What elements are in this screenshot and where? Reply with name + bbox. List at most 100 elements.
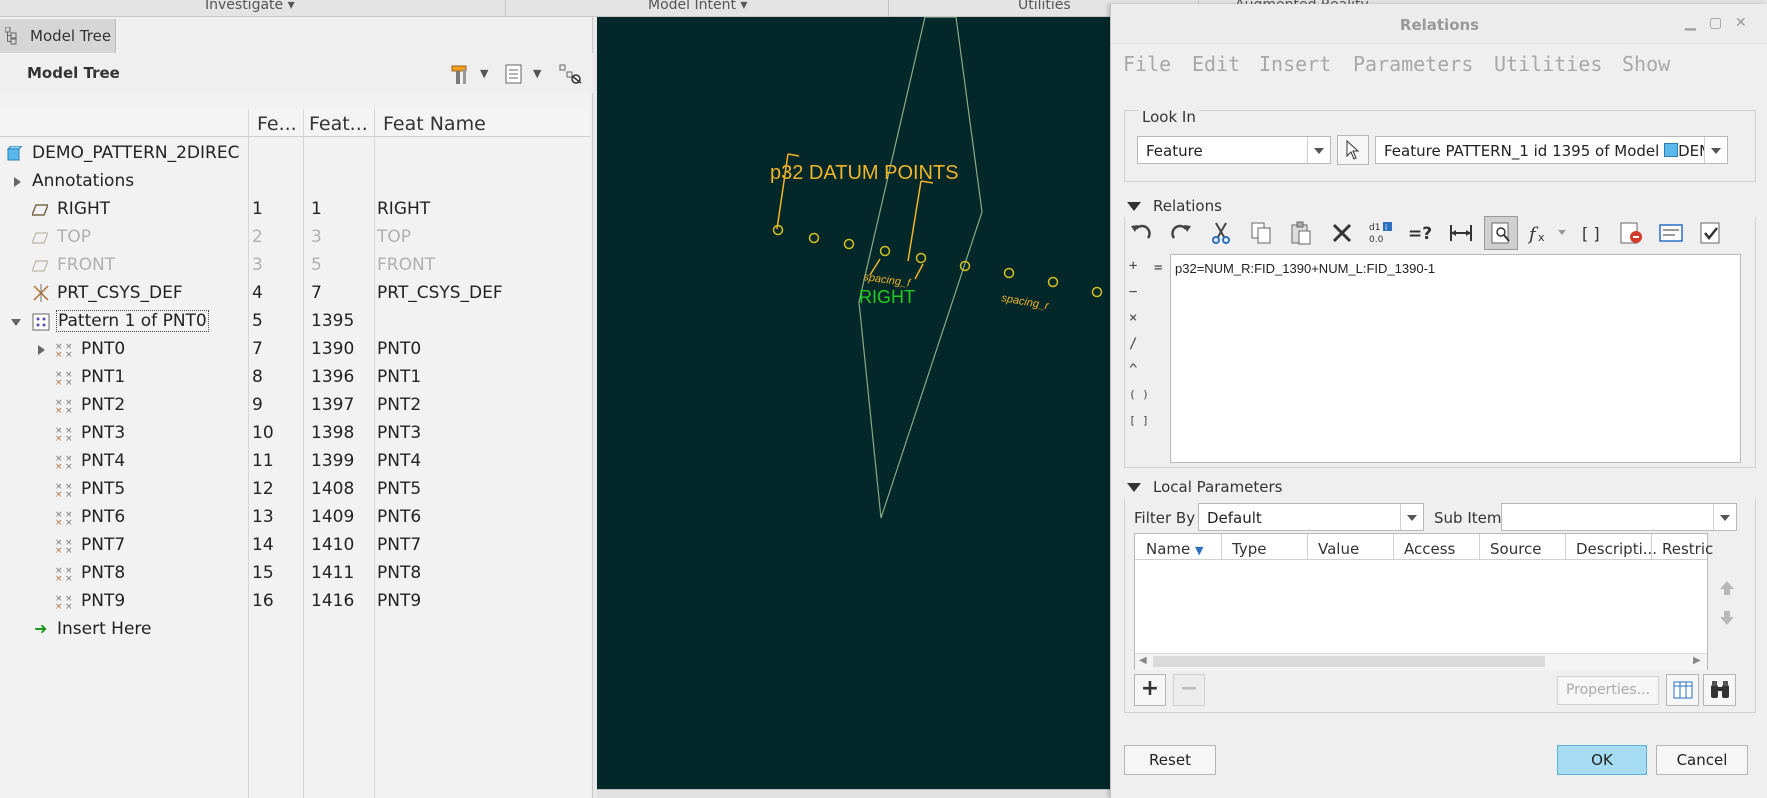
column-header-feat-number[interactable]: Fe... — [257, 113, 297, 135]
column-header-source[interactable]: Source — [1490, 540, 1542, 558]
chevron-down-icon[interactable] — [1400, 504, 1423, 530]
menu-utilities[interactable]: Utilities — [1494, 52, 1602, 76]
operator-brackets-button[interactable]: [ ] — [1129, 414, 1149, 427]
column-header-name[interactable]: Name ▼ — [1146, 540, 1204, 558]
menu-insert[interactable]: Insert — [1259, 52, 1331, 76]
operator-multiply-button[interactable]: × — [1129, 310, 1137, 326]
chevron-down-icon[interactable] — [1713, 504, 1736, 530]
column-header-feat-name[interactable]: Feat Name — [383, 113, 486, 135]
sub-items-select[interactable] — [1501, 503, 1737, 531]
close-icon[interactable]: ✕ — [1735, 15, 1747, 31]
ribbon-investigate[interactable]: Investigate ▾ — [205, 0, 295, 13]
minimize-icon[interactable]: ▁ — [1685, 15, 1696, 31]
collapse-arrow-icon[interactable] — [11, 319, 21, 326]
scroll-left-icon[interactable]: ◀ — [1139, 655, 1147, 666]
verify-relations-icon[interactable] — [1618, 220, 1644, 246]
tree-row-pnt5[interactable]: × × × × PNT5 12 1408 PNT5 — [0, 476, 590, 504]
add-parameter-button[interactable]: + — [1134, 674, 1166, 706]
operator-plus-button[interactable]: + — [1129, 258, 1137, 274]
tree-row-right[interactable]: RIGHT 1 1 RIGHT — [0, 196, 590, 224]
column-header-type[interactable]: Type — [1232, 540, 1266, 558]
tree-row-pattern-1[interactable]: Pattern 1 of PNT0 5 1395 — [0, 308, 590, 336]
menu-file[interactable]: File — [1123, 52, 1171, 76]
operator-equals-button[interactable]: = — [1154, 260, 1162, 276]
function-icon[interactable]: fx — [1528, 220, 1554, 246]
switch-dimensions-icon[interactable]: d1 i0.0 — [1368, 220, 1394, 246]
tree-row-pnt4[interactable]: × × × × PNT4 11 1399 PNT4 — [0, 448, 590, 476]
cut-icon[interactable] — [1208, 220, 1234, 246]
relations-editor[interactable]: p32=NUM_R:FID_1390+NUM_L:FID_1390-1 — [1170, 254, 1741, 463]
tree-row-pnt7[interactable]: × × × × PNT7 14 1410 PNT7 — [0, 532, 590, 560]
tree-row-top[interactable]: TOP 2 3 TOP — [0, 224, 590, 252]
evaluate-icon[interactable]: =? — [1408, 220, 1434, 246]
menu-parameters[interactable]: Parameters — [1353, 52, 1473, 76]
model-tree-tab[interactable]: Model Tree — [0, 19, 116, 53]
brackets-icon[interactable]: [ ] — [1578, 220, 1604, 246]
redo-icon[interactable] — [1168, 220, 1194, 246]
column-header-value[interactable]: Value — [1318, 540, 1359, 558]
properties-button[interactable]: Properties... — [1557, 676, 1659, 705]
show-list-icon[interactable] — [504, 63, 524, 85]
find-button[interactable] — [1703, 674, 1736, 706]
show-dimensions-icon[interactable] — [1658, 220, 1684, 246]
tree-row-pnt9[interactable]: × × × × PNT9 16 1416 PNT9 — [0, 588, 590, 616]
tree-filter-settings-icon[interactable] — [558, 63, 584, 85]
column-header-feat-id[interactable]: Feat... — [309, 113, 368, 135]
tree-row-pnt8[interactable]: × × × × PNT8 15 1411 PNT8 — [0, 560, 590, 588]
tree-row-front[interactable]: FRONT 3 5 FRONT — [0, 252, 590, 280]
move-up-icon[interactable] — [1718, 579, 1736, 597]
undo-icon[interactable] — [1128, 220, 1154, 246]
tools-hammer-icon[interactable] — [450, 63, 472, 85]
tree-row-pnt2[interactable]: × × × × PNT2 9 1397 PNT2 — [0, 392, 590, 420]
sort-relations-button[interactable] — [1484, 216, 1518, 250]
tree-row-annotations[interactable]: Annotations — [0, 168, 590, 196]
expand-arrow-icon[interactable] — [14, 177, 21, 187]
menu-show[interactable]: Show — [1622, 52, 1670, 76]
tree-row-insert-here[interactable]: ➜ Insert Here — [0, 616, 590, 644]
graphics-viewport[interactable]: p32 DATUM POINTS spacing_f spacing_r RIG… — [597, 17, 1112, 789]
operator-power-button[interactable]: ^ — [1129, 362, 1137, 378]
filter-by-select[interactable]: Default — [1198, 503, 1424, 531]
tree-row-pnt3[interactable]: × × × × PNT3 10 1398 PNT3 — [0, 420, 590, 448]
dimension-icon[interactable] — [1448, 220, 1474, 246]
parameters-table[interactable]: Name ▼ Type Value Access Source Descript… — [1134, 533, 1713, 670]
copy-icon[interactable] — [1248, 220, 1274, 246]
select-item-button[interactable] — [1337, 135, 1369, 165]
cancel-button[interactable]: Cancel — [1656, 745, 1748, 775]
column-setup-button[interactable] — [1666, 674, 1699, 706]
delete-icon[interactable] — [1329, 220, 1355, 246]
column-header-restricted[interactable]: Restric — [1662, 540, 1713, 558]
look-in-type-select[interactable]: Feature — [1137, 136, 1331, 164]
ok-button[interactable]: OK — [1557, 745, 1647, 775]
menu-edit[interactable]: Edit — [1192, 52, 1240, 76]
operator-parentheses-button[interactable]: ( ) — [1129, 388, 1149, 401]
scrollbar-thumb[interactable] — [1153, 656, 1545, 667]
tree-row-pnt0[interactable]: × × × × PNT0 7 1390 PNT0 — [0, 336, 590, 364]
reset-button[interactable]: Reset — [1124, 745, 1216, 775]
operator-minus-button[interactable]: − — [1129, 284, 1137, 300]
tree-row-pnt1[interactable]: × × × × PNT1 8 1396 PNT1 — [0, 364, 590, 392]
tree-row-model-root[interactable]: DEMO_PATTERN_2DIREC — [0, 140, 590, 168]
function-dropdown-arrow-icon[interactable] — [1558, 230, 1566, 235]
paste-icon[interactable] — [1288, 220, 1314, 246]
collapse-arrow-icon[interactable] — [1127, 483, 1141, 492]
move-down-icon[interactable] — [1718, 609, 1736, 627]
column-header-description[interactable]: Descripti... — [1576, 540, 1657, 558]
chevron-down-icon[interactable] — [1704, 137, 1727, 163]
scroll-right-icon[interactable]: ▶ — [1693, 655, 1701, 666]
maximize-icon[interactable]: ▢ — [1709, 15, 1722, 31]
look-in-target-select[interactable]: Feature PATTERN_1 id 1395 of Model DEMO_… — [1375, 136, 1728, 164]
tools-dropdown-arrow-icon[interactable]: ▼ — [480, 67, 488, 80]
horizontal-scrollbar[interactable]: ◀ ▶ — [1135, 653, 1707, 670]
expand-arrow-icon[interactable] — [38, 345, 45, 355]
ribbon-model-intent[interactable]: Model Intent ▾ — [648, 0, 747, 13]
remove-parameter-button[interactable]: − — [1173, 674, 1205, 706]
chevron-down-icon[interactable] — [1307, 137, 1330, 163]
column-header-access[interactable]: Access — [1404, 540, 1455, 558]
ribbon-utilities[interactable]: Utilities — [1018, 0, 1071, 13]
collapse-arrow-icon[interactable] — [1127, 202, 1141, 211]
show-dropdown-arrow-icon[interactable]: ▼ — [533, 67, 541, 80]
operator-divide-button[interactable]: / — [1129, 336, 1137, 352]
tree-row-prt-csys-def[interactable]: PRT_CSYS_DEF 4 7 PRT_CSYS_DEF — [0, 280, 590, 308]
tree-row-pnt6[interactable]: × × × × PNT6 13 1409 PNT6 — [0, 504, 590, 532]
